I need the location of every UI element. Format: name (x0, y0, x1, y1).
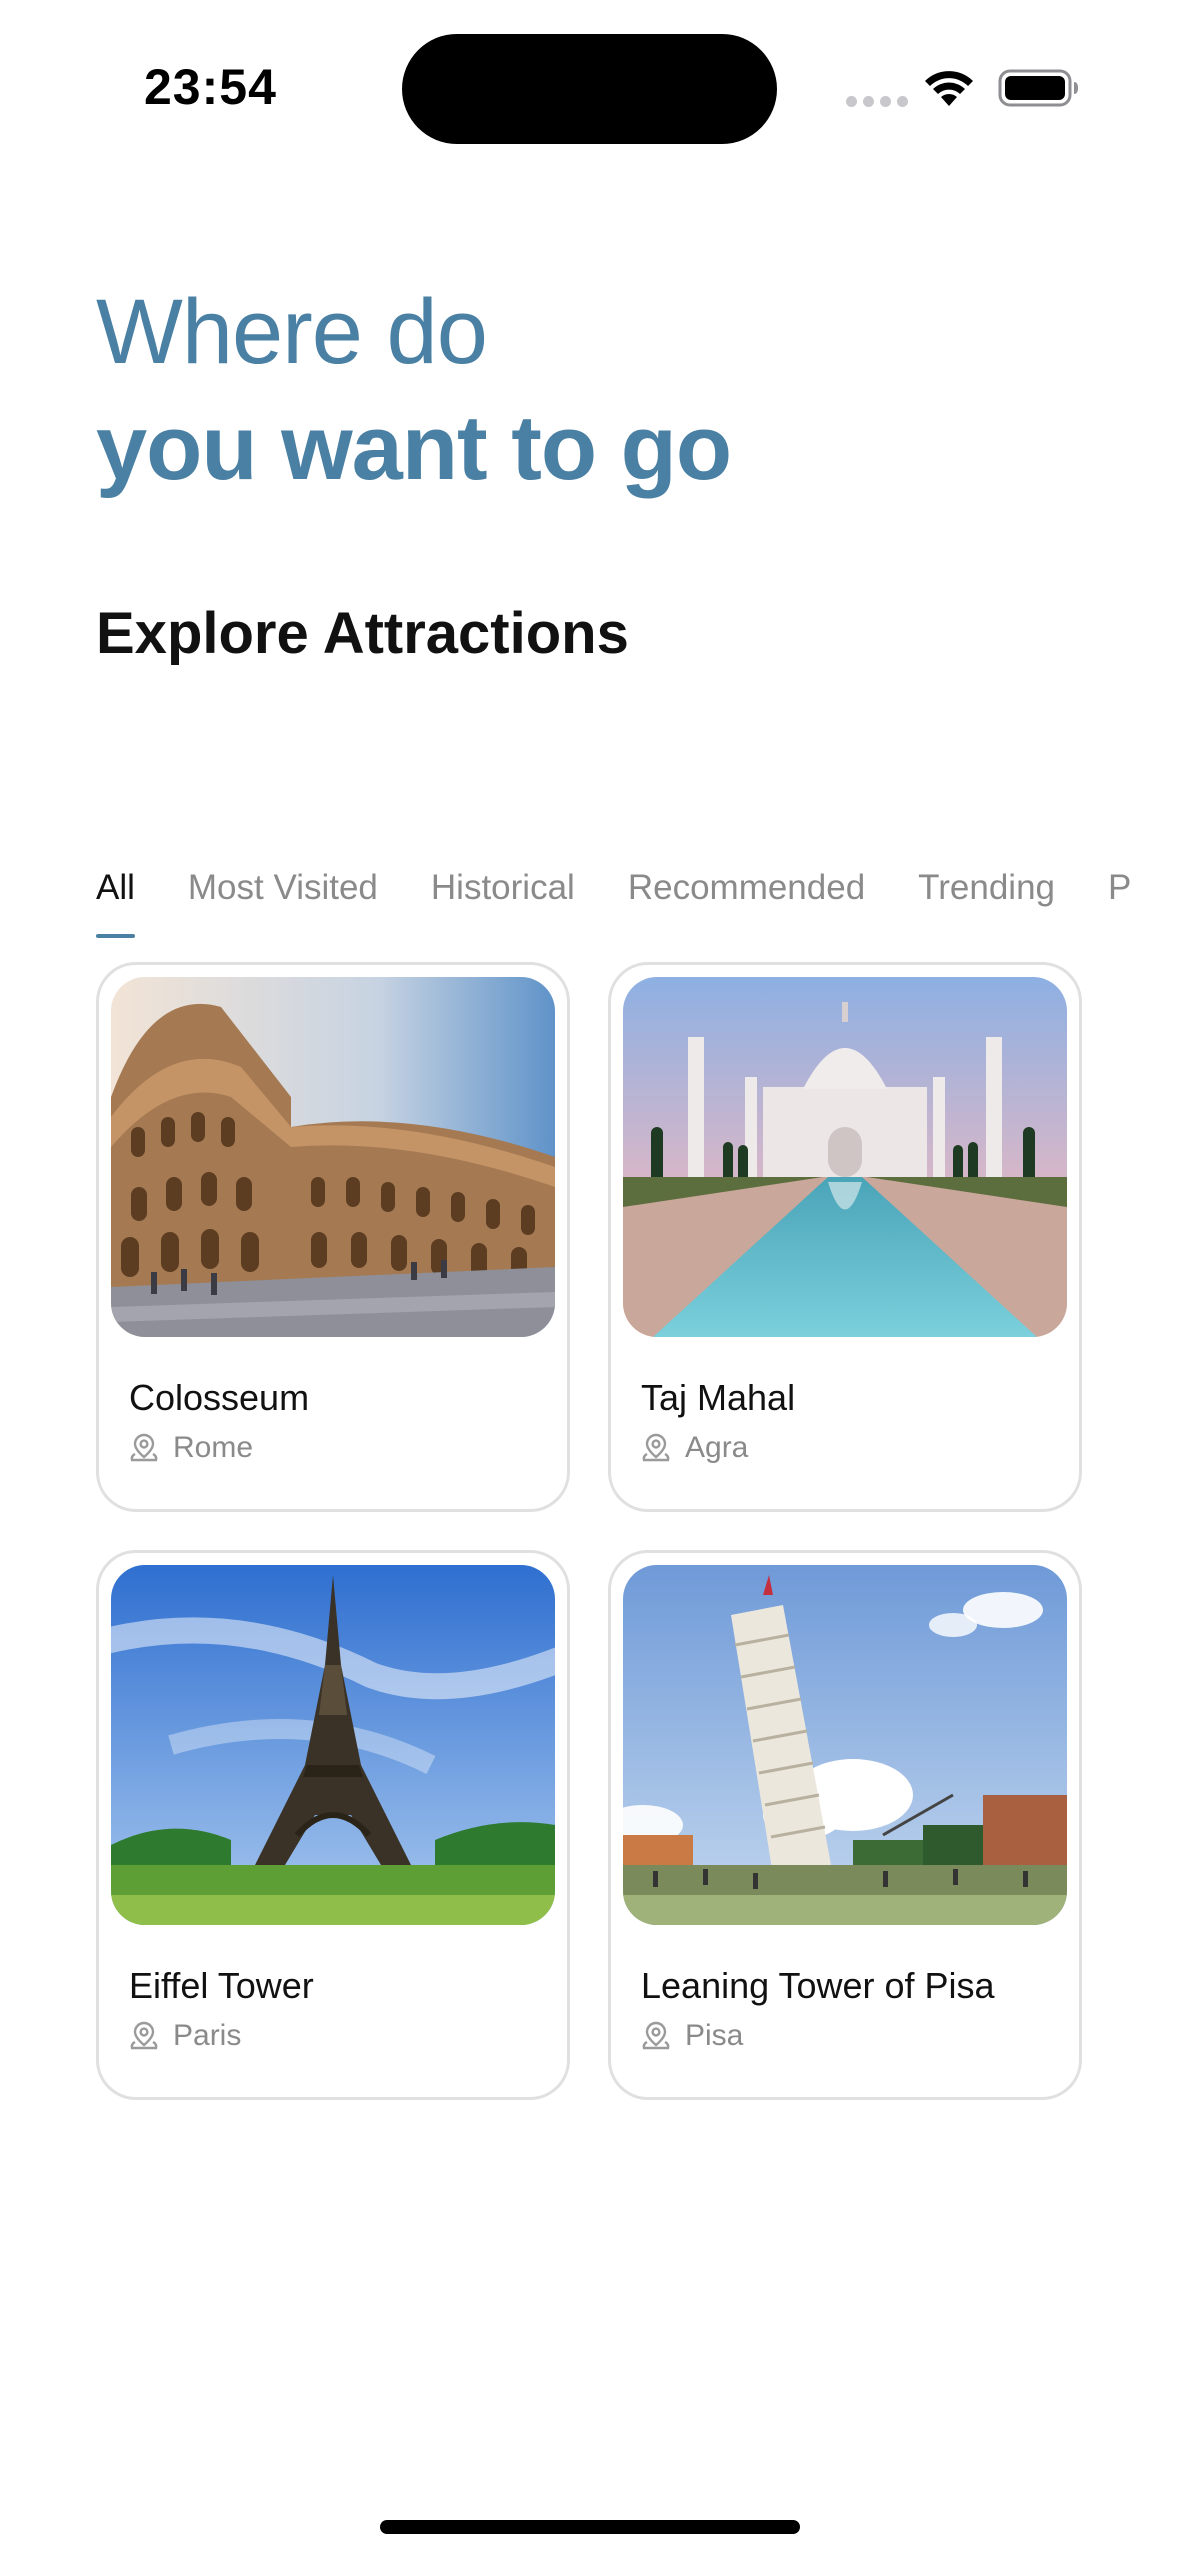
colosseum-image (111, 977, 555, 1337)
status-time: 23:54 (144, 59, 277, 115)
attraction-city: Pisa (685, 2019, 744, 2052)
category-tabs: All Most Visited Historical Recommended … (96, 868, 1179, 938)
section-title: Explore Attractions (96, 601, 629, 666)
location-pin-icon (642, 2021, 670, 2050)
attraction-name: Taj Mahal (641, 1377, 796, 1418)
tab-recommended[interactable]: Recommended (628, 868, 865, 938)
location-pin-icon (642, 1433, 670, 1462)
attraction-name: Eiffel Tower (129, 1965, 314, 2006)
attraction-city: Paris (173, 2019, 242, 2052)
headline-line-2: you want to go (96, 397, 732, 499)
attraction-card-taj-mahal[interactable]: Taj Mahal Agra (608, 962, 1082, 1512)
wifi-icon (925, 71, 973, 106)
tab-trending[interactable]: Trending (918, 868, 1055, 938)
cellular-signal-icon (846, 96, 908, 107)
dynamic-island (402, 34, 777, 144)
tab-most-visited[interactable]: Most Visited (188, 868, 378, 938)
attraction-name: Colosseum (129, 1377, 310, 1418)
tab-partial[interactable]: P (1108, 868, 1131, 938)
attraction-location: Paris (129, 2019, 241, 2053)
attractions-grid: Colosseum Rome Taj Mahal Agra Eiffel Tow… (96, 962, 1082, 2100)
attraction-location: Rome (129, 1431, 253, 1465)
leaning-tower-image (623, 1565, 1067, 1925)
battery-icon (998, 69, 1078, 107)
taj-mahal-image (623, 977, 1067, 1337)
attraction-card-eiffel-tower[interactable]: Eiffel Tower Paris (96, 1550, 570, 2100)
location-pin-icon (130, 2021, 158, 2050)
tab-all[interactable]: All (96, 868, 135, 938)
app-screen: 23:54 Where do you want to go Explore At… (0, 0, 1179, 2556)
attraction-city: Rome (173, 1431, 254, 1464)
attraction-city: Agra (685, 1431, 749, 1464)
attraction-location: Agra (641, 1431, 748, 1465)
headline-line-1: Where do (96, 281, 488, 383)
tab-historical[interactable]: Historical (431, 868, 575, 938)
attraction-location: Pisa (641, 2019, 743, 2053)
eiffel-tower-image (111, 1565, 555, 1925)
location-pin-icon (130, 1433, 158, 1462)
attraction-name: Leaning Tower of Pisa (641, 1965, 995, 2006)
attraction-card-leaning-tower-of-pisa[interactable]: Leaning Tower of Pisa Pisa (608, 1550, 1082, 2100)
attraction-card-colosseum[interactable]: Colosseum Rome (96, 962, 570, 1512)
home-indicator[interactable] (380, 2520, 800, 2534)
